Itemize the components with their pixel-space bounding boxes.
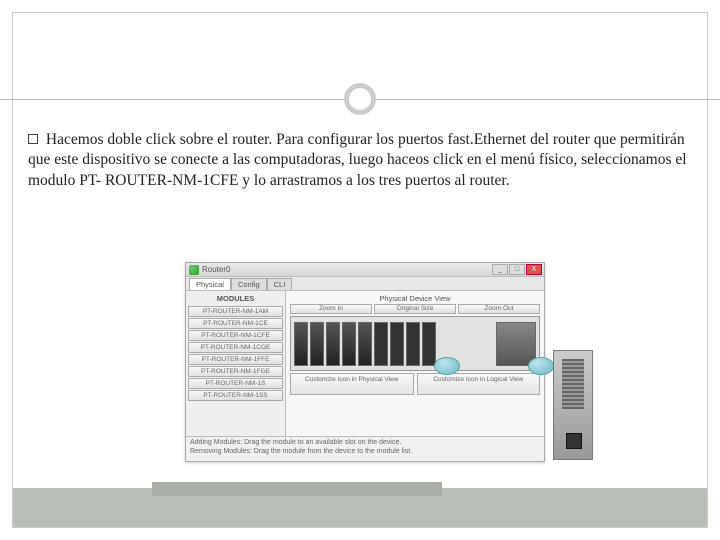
- device-chassis[interactable]: [290, 316, 540, 371]
- bullet-text: Hacemos doble click sobre el router. Par…: [28, 131, 687, 189]
- module-item[interactable]: PT-ROUTER-NM-1CGE: [188, 342, 283, 353]
- decorative-circle: [344, 83, 376, 115]
- module-item[interactable]: PT-ROUTER-NM-1S: [188, 378, 283, 389]
- zoom-out-button[interactable]: Zoom Out: [458, 304, 540, 314]
- window-titlebar[interactable]: Router0 _ □ X: [186, 263, 544, 277]
- bullet-box-icon: [28, 134, 38, 144]
- device-slot[interactable]: [310, 322, 324, 366]
- device-slot[interactable]: [342, 322, 356, 366]
- close-button[interactable]: X: [526, 264, 542, 275]
- hint-line: Adding Modules: Drag the module to an av…: [190, 439, 540, 448]
- tab-bar: Physical Config CLI: [186, 277, 544, 291]
- module-item[interactable]: PT-ROUTER-NM-1FGE: [188, 366, 283, 377]
- router-config-window: Router0 _ □ X Physical Config CLI MODULE…: [185, 262, 545, 462]
- maximize-button[interactable]: □: [509, 264, 525, 275]
- customize-logical-button[interactable]: Customize Icon in Logical View: [417, 373, 541, 395]
- router-icon: [434, 357, 460, 375]
- device-slot[interactable]: [326, 322, 340, 366]
- figure-shadow: [152, 482, 442, 496]
- tab-config[interactable]: Config: [231, 278, 267, 290]
- device-slot[interactable]: [374, 322, 388, 366]
- device-slot[interactable]: [422, 322, 436, 366]
- bullet-paragraph: Hacemos doble click sobre el router. Par…: [28, 130, 692, 191]
- module-preview: [553, 350, 593, 460]
- hint-area: Adding Modules: Drag the module to an av…: [186, 436, 544, 461]
- zoom-in-button[interactable]: Zoom In: [290, 304, 372, 314]
- device-slot[interactable]: [390, 322, 404, 366]
- physical-view-label: Physical Device View: [290, 294, 540, 303]
- device-slot[interactable]: [406, 322, 420, 366]
- figure-area: Router0 _ □ X Physical Config CLI MODULE…: [185, 262, 615, 487]
- window-body: MODULES PT-ROUTER-NM-1AM PT-ROUTER-NM-1C…: [186, 291, 544, 436]
- zoom-original-button[interactable]: Original Size: [374, 304, 456, 314]
- app-logo-icon: [189, 265, 199, 275]
- device-slot[interactable]: [358, 322, 372, 366]
- tab-cli[interactable]: CLI: [267, 278, 293, 290]
- modules-header: MODULES: [188, 293, 283, 306]
- modules-pane: MODULES PT-ROUTER-NM-1AM PT-ROUTER-NM-1C…: [186, 291, 286, 436]
- customize-physical-button[interactable]: Customize Icon in Physical View: [290, 373, 414, 395]
- minimize-button[interactable]: _: [492, 264, 508, 275]
- physical-pane: Physical Device View Zoom In Original Si…: [286, 291, 544, 436]
- power-supply: [496, 322, 536, 366]
- hint-line: Removing Modules: Drag the module from t…: [190, 448, 540, 457]
- router-icon: [528, 357, 554, 375]
- module-item[interactable]: PT-ROUTER-NM-1SS: [188, 390, 283, 401]
- window-title: Router0: [202, 265, 230, 274]
- module-item[interactable]: PT-ROUTER-NM-1CFE: [188, 330, 283, 341]
- module-item[interactable]: PT-ROUTER-NM-1FFE: [188, 354, 283, 365]
- module-item[interactable]: PT-ROUTER-NM-1CE: [188, 318, 283, 329]
- module-item[interactable]: PT-ROUTER-NM-1AM: [188, 306, 283, 317]
- tab-physical[interactable]: Physical: [189, 278, 231, 290]
- device-slot[interactable]: [294, 322, 308, 366]
